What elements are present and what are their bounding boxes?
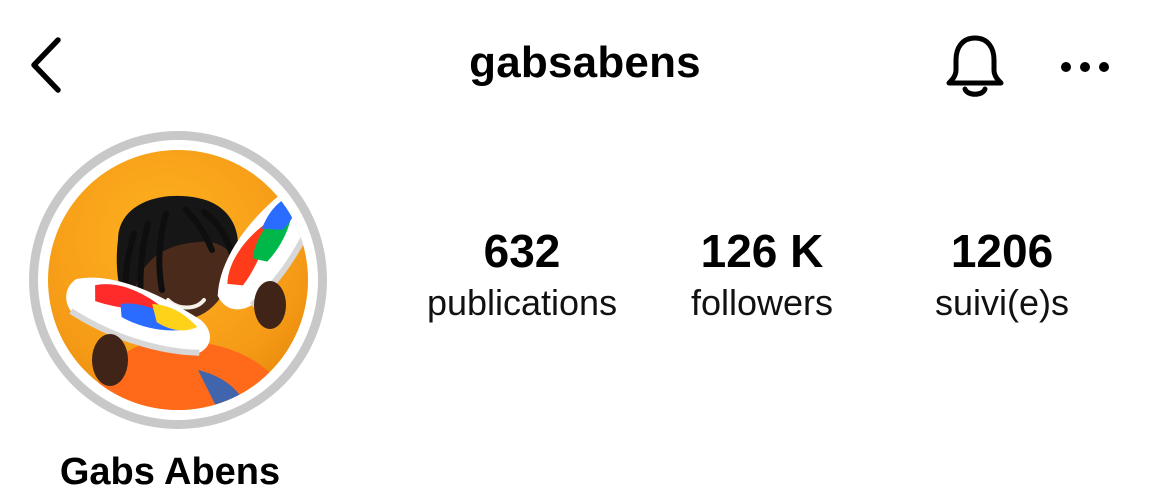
following-count[interactable]: 1206 suivi(e)s — [882, 222, 1122, 326]
more-options-button[interactable] — [1052, 40, 1118, 94]
profile-header: gabsabens — [0, 0, 1170, 130]
followers-label: followers — [690, 282, 834, 323]
avatar — [48, 150, 308, 410]
notifications-button[interactable] — [938, 28, 1012, 106]
profile-photo — [48, 150, 308, 410]
bell-icon — [946, 35, 1004, 97]
following-value: 1206 — [950, 225, 1054, 277]
following-label: suivi(e)s — [934, 282, 1069, 323]
followers-value: 126 K — [700, 225, 824, 277]
ellipsis-icon — [1061, 62, 1109, 72]
avatar-story-ring[interactable] — [29, 131, 327, 429]
followers-count[interactable]: 126 K followers — [642, 222, 882, 326]
display-name: Gabs Abens — [59, 451, 281, 493]
posts-count[interactable]: 632 publications — [402, 222, 642, 326]
posts-label: publications — [426, 282, 618, 323]
posts-value: 632 — [483, 225, 561, 277]
